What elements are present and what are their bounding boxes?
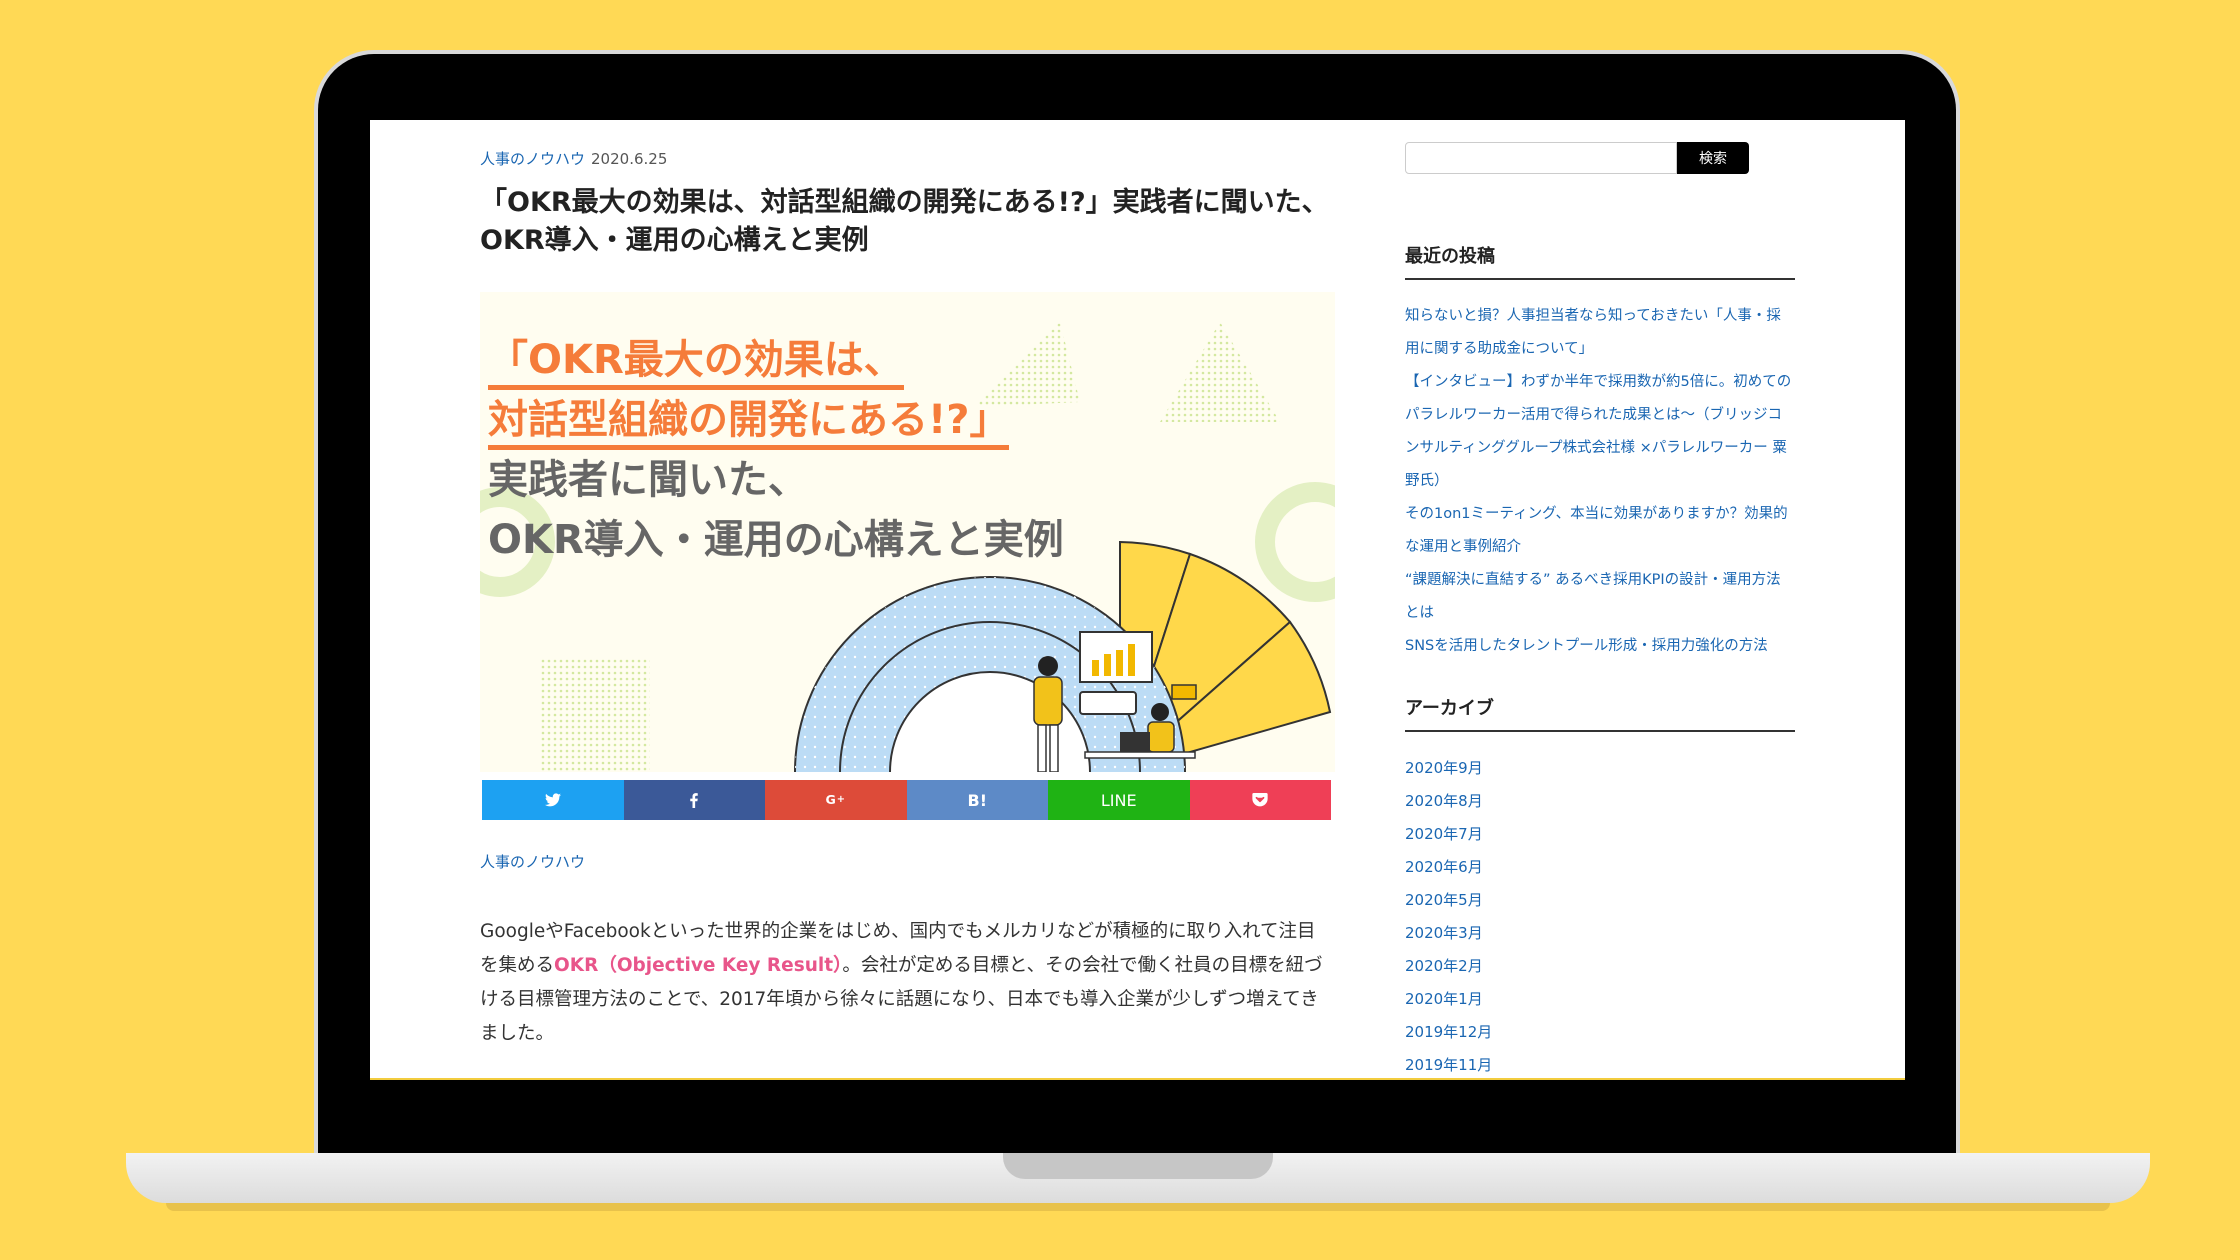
google-plus-icon: G +	[825, 793, 844, 807]
archive-list: 2020年9月 2020年8月 2020年7月 2020年6月 2020年5月 …	[1405, 752, 1795, 1078]
archive-item[interactable]: 2020年8月	[1405, 785, 1795, 818]
browser-screen: 人事のノウハウ 2020.6.25 「OKR最大の効果は、対話型組織の開発にある!…	[370, 120, 1905, 1080]
svg-text:G: G	[825, 793, 835, 807]
archive-item[interactable]: 2020年1月	[1405, 983, 1795, 1016]
recent-posts-title: 最近の投稿	[1405, 242, 1795, 280]
share-line-button[interactable]: LINE	[1048, 780, 1190, 820]
hero-text-line-2: 対話型組織の開発にある!?」	[488, 392, 1010, 450]
search-button[interactable]: 検索	[1677, 142, 1749, 174]
recent-post-item[interactable]: “課題解決に直結する” あるべき採用KPIの設計・運用方法とは	[1405, 564, 1795, 630]
chart-board-bar-1	[1092, 660, 1099, 676]
twitter-bird-icon	[544, 793, 561, 807]
post-title: 「OKR最大の効果は、対話型組織の開発にある!?」実践者に聞いた、OKR導入・運…	[480, 187, 1329, 256]
archive-item[interactable]: 2019年12月	[1405, 1016, 1795, 1049]
person-1-leg-left	[1037, 724, 1047, 772]
person-2-head	[1151, 703, 1169, 721]
laptop-shadow	[166, 1203, 2110, 1211]
archive-item[interactable]: 2020年9月	[1405, 752, 1795, 785]
person-1-leg-right	[1049, 724, 1059, 772]
desk	[1084, 751, 1196, 759]
recent-posts-list: 知らないと損？人事担当者なら知っておきたい「人事・採用に関する助成金について」 …	[1405, 300, 1795, 663]
archive-title: アーカイブ	[1405, 694, 1795, 732]
post-category-link[interactable]: 人事のノウハウ	[480, 150, 585, 168]
chart-board-bar-4	[1128, 644, 1135, 676]
recent-post-item[interactable]: 知らないと損？人事担当者なら知っておきたい「人事・採用に関する助成金について」	[1405, 300, 1795, 366]
facebook-f-icon	[690, 792, 698, 808]
laptop-illustration	[1120, 732, 1150, 752]
archive-item[interactable]: 2020年2月	[1405, 950, 1795, 983]
post-meta: 人事のノウハウ 2020.6.25	[480, 148, 667, 169]
person-1-body	[1033, 676, 1063, 726]
hero-text-line-1: 「OKR最大の効果は、	[488, 332, 904, 390]
deco-square-dots	[540, 657, 650, 772]
archive-item[interactable]: 2019年11月	[1405, 1049, 1795, 1078]
post-category-tag[interactable]: 人事のノウハウ	[480, 851, 585, 872]
archive-item[interactable]: 2020年3月	[1405, 917, 1795, 950]
post-body-paragraph: GoogleやFacebookといった世界的企業をはじめ、国内でもメルカリなどが…	[480, 915, 1330, 1051]
archive-item[interactable]: 2020年7月	[1405, 818, 1795, 851]
share-hatena-button[interactable]: B!	[906, 780, 1048, 820]
deco-ring-right	[1255, 482, 1335, 602]
recent-post-item[interactable]: その1on1ミーティング、本当に効果がありますか？効果的な運用と事例紹介	[1405, 498, 1795, 564]
recent-post-item[interactable]: 【インタビュー】わずか半年で採用数が約5倍に。初めてのパラレルワーカー活用で得ら…	[1405, 366, 1795, 498]
speech-bubble-2	[1171, 684, 1197, 700]
search-form: 検索	[1405, 142, 1749, 174]
speech-bubble-1	[1079, 691, 1137, 715]
deco-triangle-dots-2	[1160, 322, 1280, 422]
share-twitter-button[interactable]	[482, 780, 624, 820]
recent-post-item[interactable]: SNSを活用したタレントプール形成・採用力強化の方法	[1405, 630, 1795, 663]
share-bar: G + B! LINE	[482, 780, 1331, 820]
hero-text-line-3: 実践者に聞いた、	[488, 457, 808, 503]
share-pocket-button[interactable]	[1189, 780, 1331, 820]
share-facebook-button[interactable]	[623, 780, 765, 820]
chart-board-bar-2	[1104, 654, 1111, 676]
post-date: 2020.6.25	[591, 150, 668, 168]
chart-board-bar-3	[1116, 650, 1123, 676]
share-google-plus-button[interactable]: G +	[765, 780, 907, 820]
okr-link[interactable]: OKR（Objective Key Result）	[554, 955, 842, 976]
svg-text:+: +	[836, 794, 844, 805]
pocket-icon	[1252, 793, 1268, 807]
person-2-body	[1147, 721, 1175, 753]
hero-image: 「OKR最大の効果は、 対話型組織の開発にある!?」 実践者に聞いた、 OKR導…	[480, 292, 1335, 772]
hero-text-line-4: OKR導入・運用の心構えと実例	[488, 517, 1064, 563]
archive-item[interactable]: 2020年6月	[1405, 851, 1795, 884]
archive-item[interactable]: 2020年5月	[1405, 884, 1795, 917]
person-1-head	[1038, 656, 1058, 676]
laptop-notch	[1003, 1153, 1273, 1179]
search-input[interactable]	[1405, 142, 1677, 174]
